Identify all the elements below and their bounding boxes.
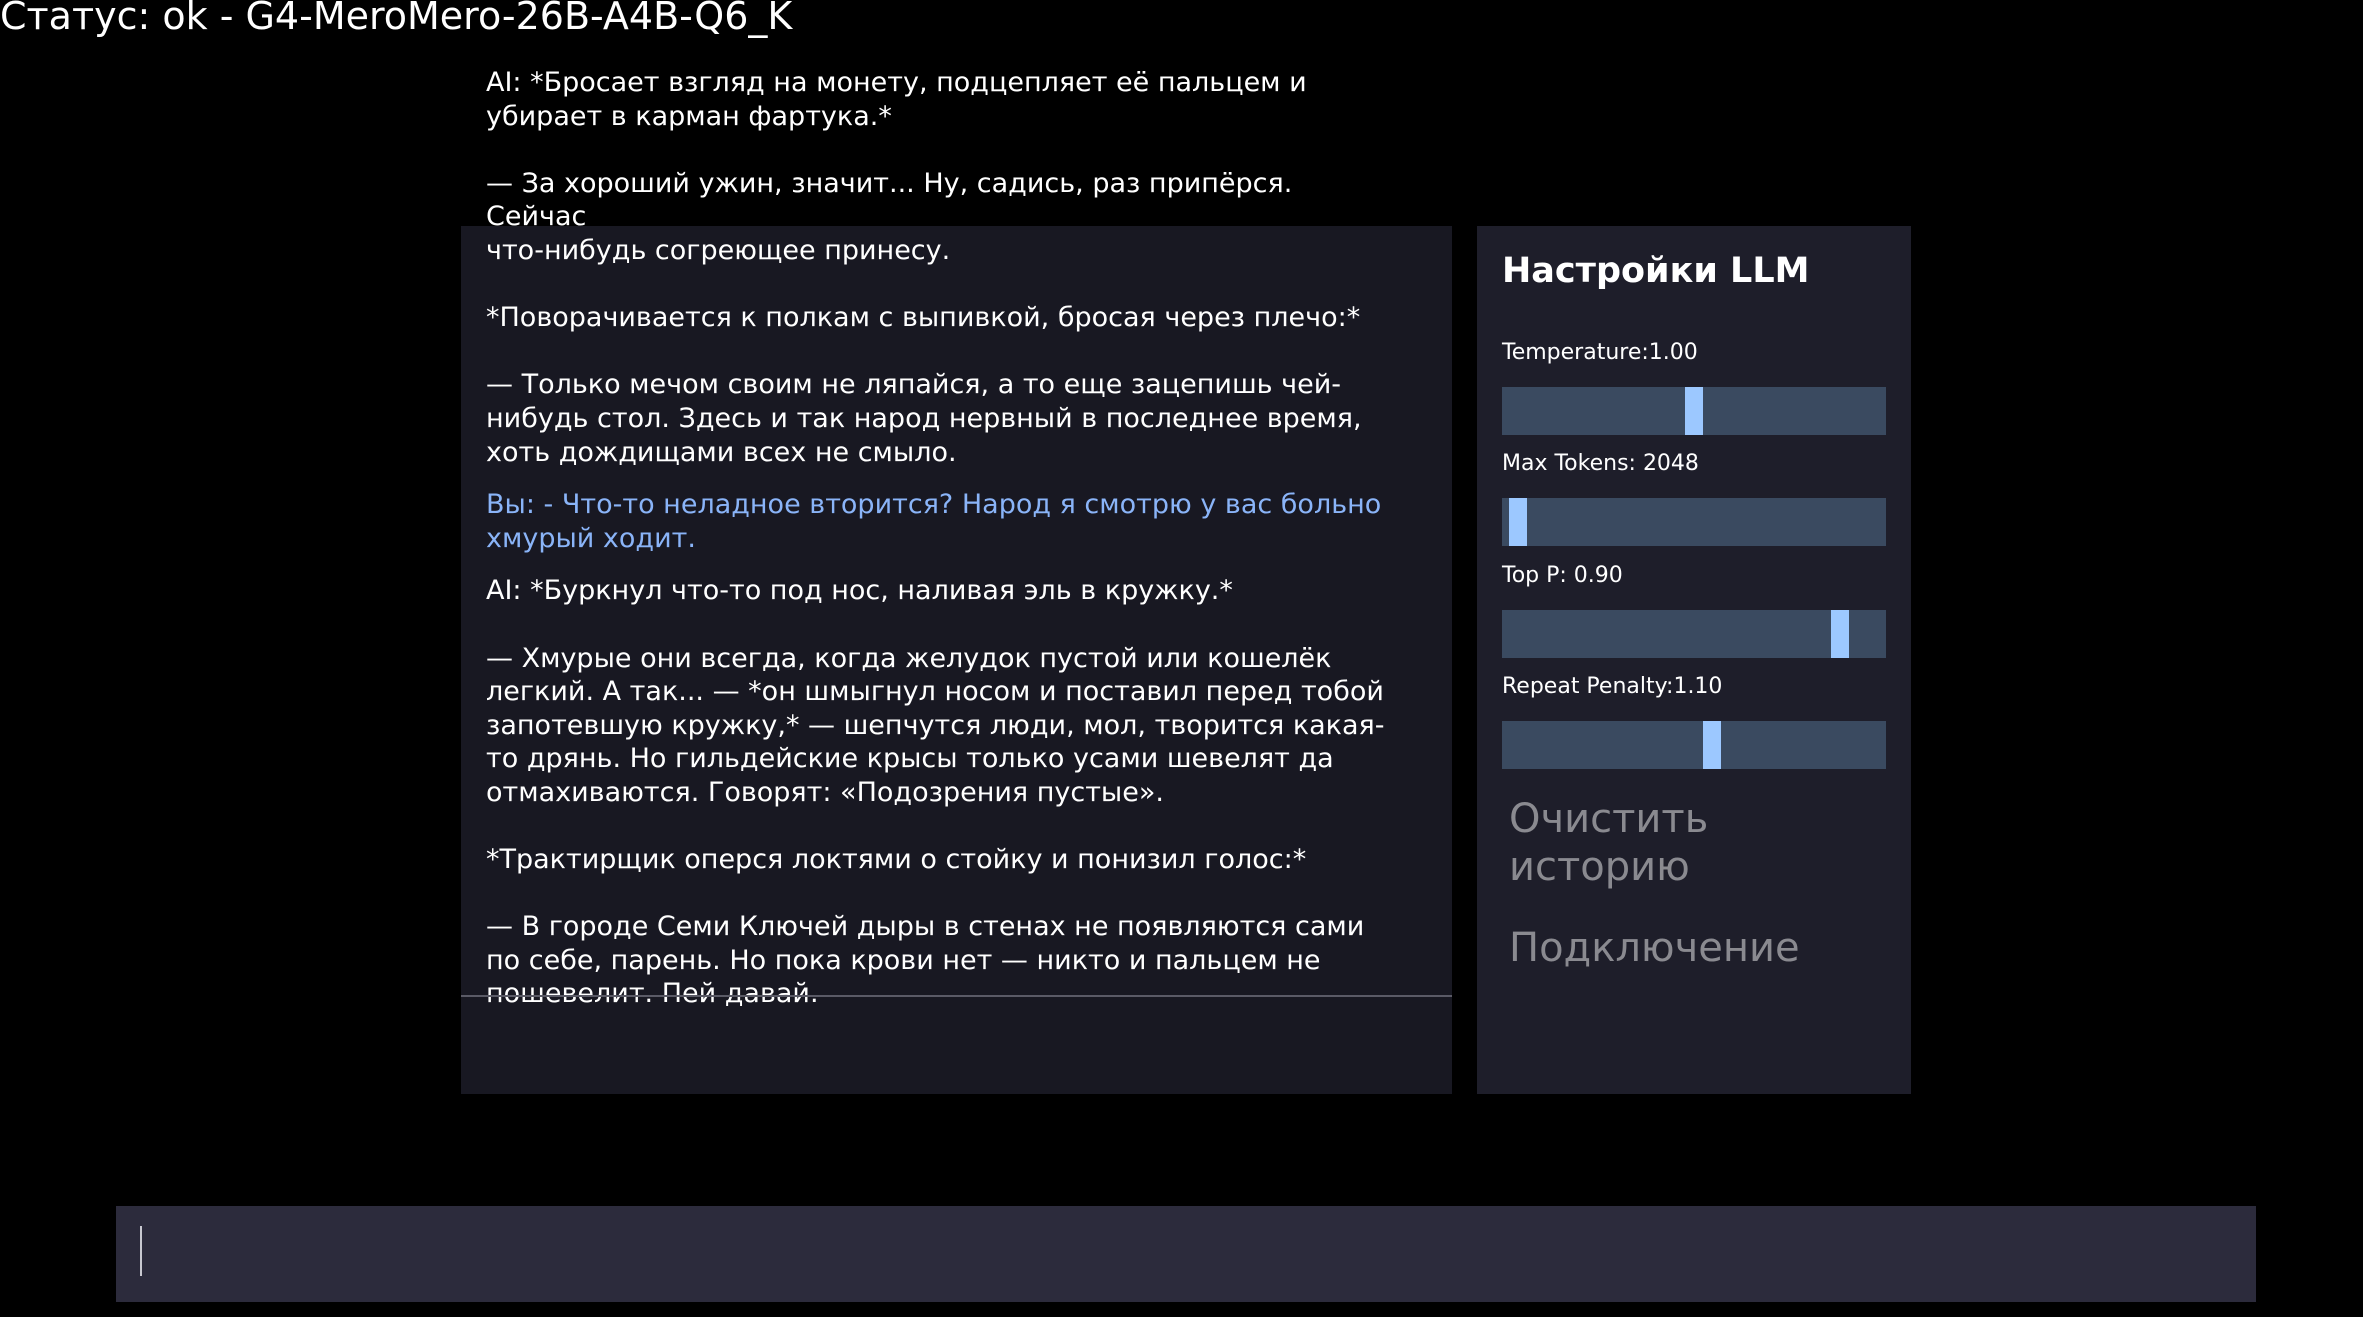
status-text: Статус: ok - G4-MeroMero-26B-A4B-Q6_K (0, 0, 793, 38)
chat-message-user: Вы: - Что-то неладное вторится? Народ я … (486, 489, 1382, 554)
top-p-label: Top P: 0.90 (1502, 563, 1623, 588)
top-p-slider-thumb[interactable] (1831, 610, 1849, 658)
repeat-penalty-label: Repeat Penalty:1.10 (1502, 674, 1723, 699)
temperature-slider-thumb[interactable] (1685, 387, 1703, 435)
settings-title: Настройки LLM (1502, 251, 1810, 291)
temperature-slider[interactable] (1502, 387, 1886, 435)
top-p-slider[interactable] (1502, 610, 1886, 658)
chat-message-ai: AI: *Бросает взгляд на монету, подцепляе… (486, 67, 1362, 468)
text-cursor (140, 1226, 142, 1276)
chat-message-ai: AI: *Буркнул что-то под нос, наливая эль… (486, 575, 1385, 1010)
message-input[interactable] (146, 1206, 2240, 1304)
clear-history-button[interactable]: Очистить историю (1509, 795, 1708, 891)
settings-panel: Настройки LLM Temperature:1.00 Max Token… (1477, 226, 1911, 1094)
max-tokens-slider-thumb[interactable] (1509, 498, 1527, 546)
max-tokens-slider[interactable] (1502, 498, 1886, 546)
repeat-penalty-slider-thumb[interactable] (1703, 721, 1721, 769)
message-input-bar (116, 1206, 2256, 1304)
chat-divider (461, 995, 1452, 997)
chat-messages[interactable]: AI: *Бросает взгляд на монету, подцепляе… (486, 66, 1396, 1011)
repeat-penalty-slider[interactable] (1502, 721, 1886, 769)
max-tokens-label: Max Tokens: 2048 (1502, 451, 1699, 476)
connection-button[interactable]: Подключение (1509, 924, 1800, 972)
temperature-label: Temperature:1.00 (1502, 340, 1698, 365)
